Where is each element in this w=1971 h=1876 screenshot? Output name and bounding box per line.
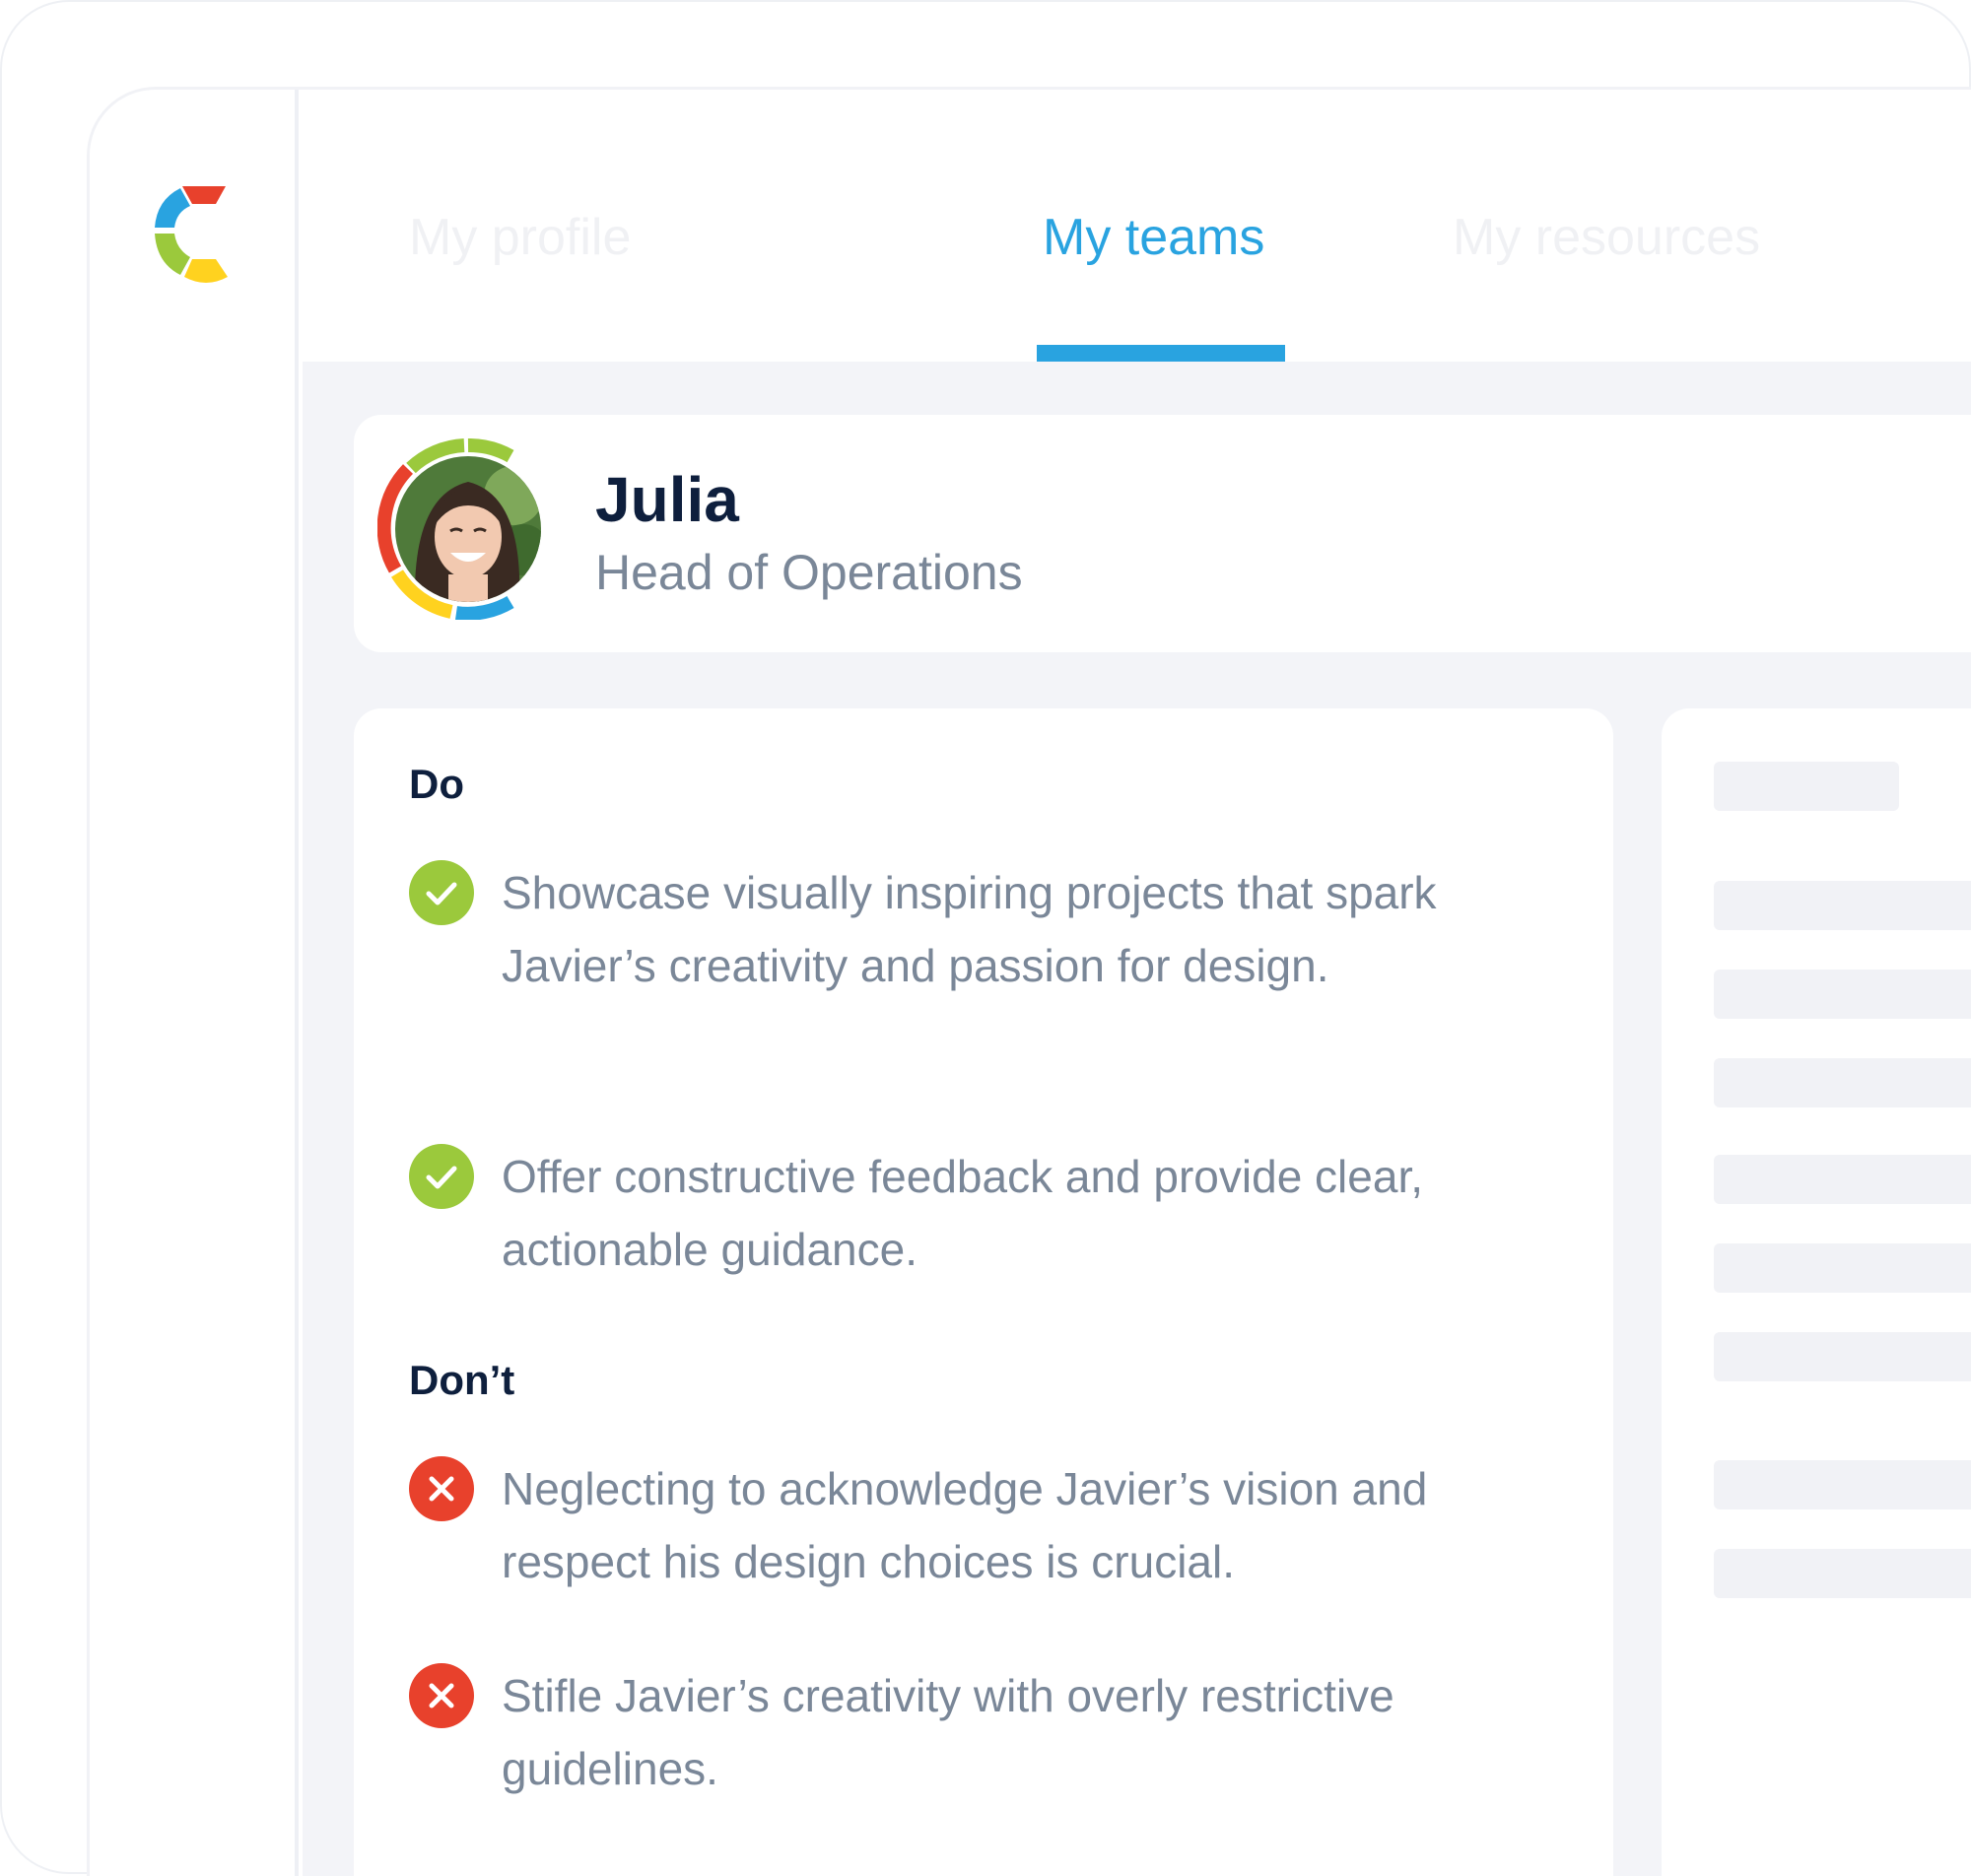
skeleton-line — [1714, 1243, 1971, 1293]
skeleton-line — [1714, 1549, 1971, 1598]
side-panel-placeholder — [1662, 708, 1971, 1876]
check-circle-icon — [409, 1144, 474, 1209]
brand-logo-icon[interactable] — [155, 178, 234, 287]
tab-bar: My profile My teams My resources — [303, 90, 1971, 362]
do-item-text: Showcase visually inspiring projects tha… — [502, 867, 1437, 991]
profile-job-title: Head of Operations — [595, 545, 1023, 600]
skeleton-line — [1714, 762, 1899, 811]
skeleton-line — [1714, 881, 1971, 930]
check-circle-icon — [409, 860, 474, 925]
sidebar — [90, 90, 299, 1876]
avatar[interactable] — [377, 438, 559, 620]
dont-heading: Don’t — [409, 1357, 515, 1403]
tab-my-resources[interactable]: My resources — [1453, 206, 1760, 269]
do-heading: Do — [409, 761, 464, 807]
x-circle-icon — [409, 1456, 474, 1521]
profile-name: Julia — [595, 464, 739, 535]
skeleton-line — [1714, 1155, 1971, 1204]
profile-card: Julia Head of Operations — [354, 415, 1971, 652]
dont-item-text: Neglecting to acknowledge Javier’s visio… — [502, 1463, 1428, 1587]
dont-item-text: Stifle Javier’s creativity with overly r… — [502, 1670, 1394, 1794]
active-tab-indicator — [1037, 345, 1285, 362]
skeleton-line — [1714, 1460, 1971, 1509]
skeleton-line — [1714, 1332, 1971, 1381]
do-item-text: Offer constructive feedback and provide … — [502, 1151, 1424, 1275]
tab-my-profile[interactable]: My profile — [409, 206, 631, 269]
skeleton-line — [1714, 970, 1971, 1019]
avatar-photo — [395, 456, 541, 602]
x-circle-icon — [409, 1663, 474, 1728]
app-window: My profile My teams My resources Julia H… — [87, 87, 1971, 1876]
device-frame: My profile My teams My resources Julia H… — [0, 0, 1971, 1876]
tab-my-teams[interactable]: My teams — [1043, 206, 1264, 269]
main-content: Julia Head of Operations Do Showcase vis… — [303, 362, 1971, 1876]
communication-guide-card: Do Showcase visually inspiring projects … — [354, 708, 1613, 1876]
skeleton-line — [1714, 1058, 1971, 1107]
